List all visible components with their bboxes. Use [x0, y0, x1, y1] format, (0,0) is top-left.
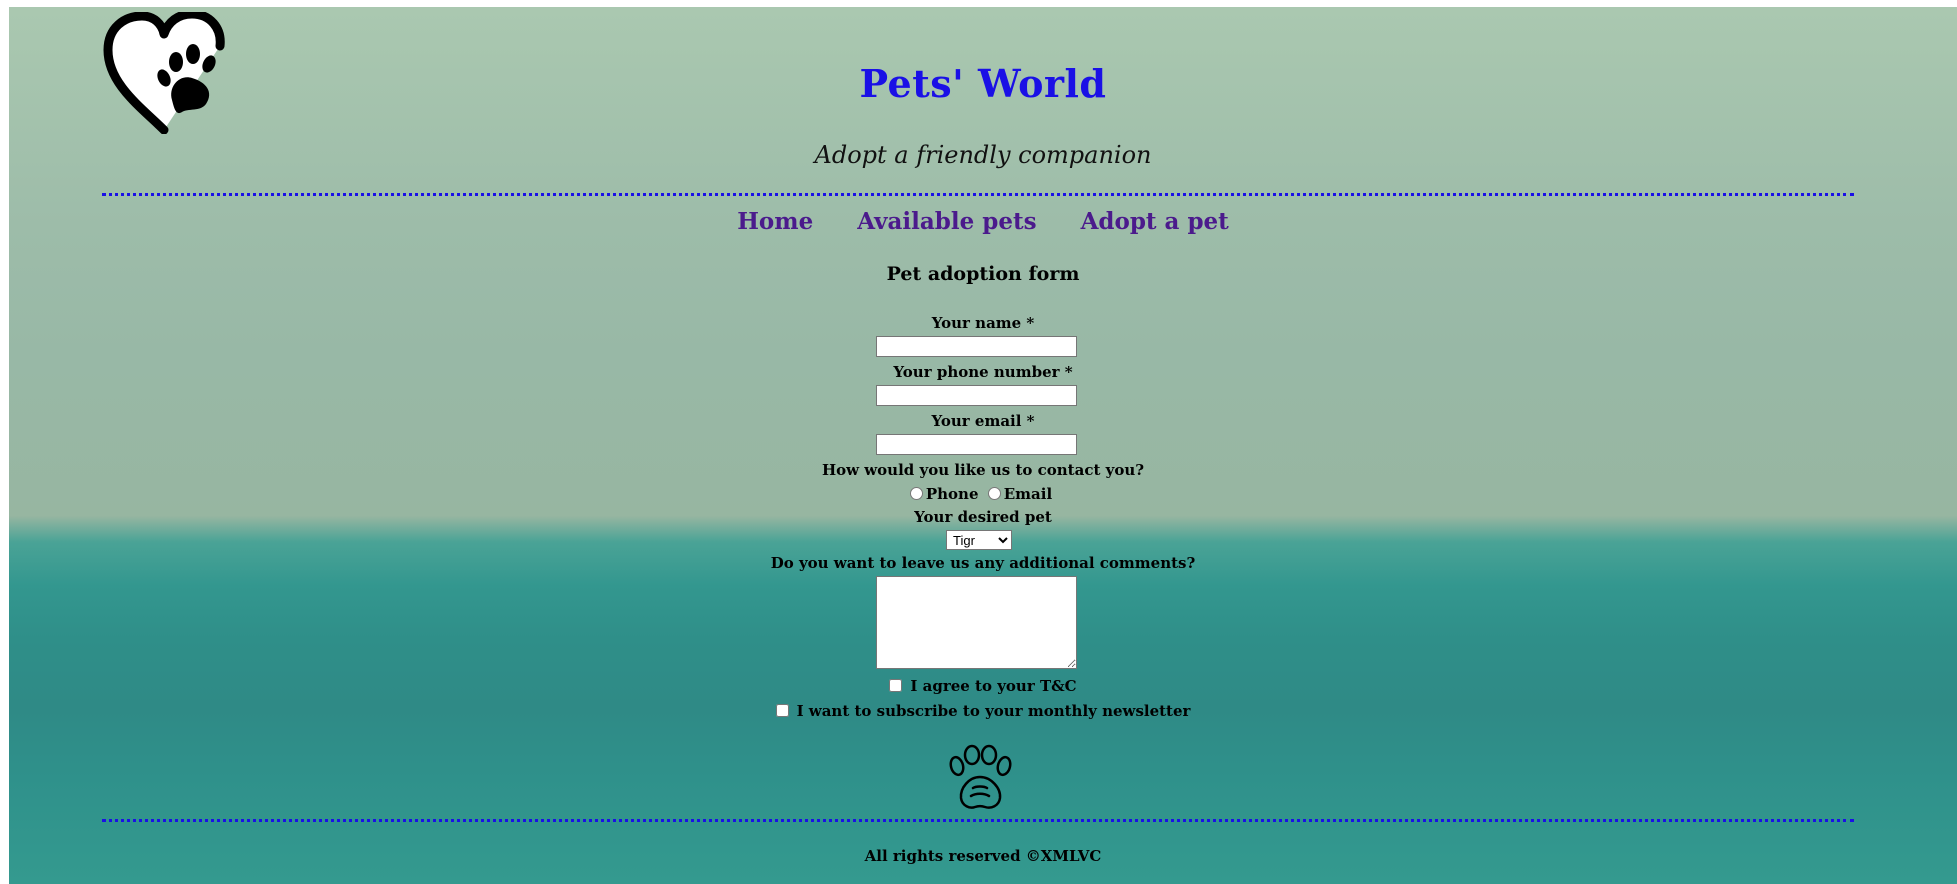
nav-available-pets[interactable]: Available pets: [857, 208, 1036, 235]
contact-email-radio[interactable]: [987, 487, 1001, 500]
page: Pets' World Adopt a friendly companion H…: [9, 7, 1957, 884]
newsletter-checkbox[interactable]: [775, 704, 789, 717]
name-input[interactable]: [876, 336, 1077, 357]
comments-label: Do you want to leave us any additional c…: [770, 554, 1196, 572]
name-label: Your name *: [931, 314, 1035, 332]
contact-phone-label: Phone: [925, 485, 979, 503]
nav-adopt-a-pet[interactable]: Adopt a pet: [1081, 208, 1229, 235]
contact-phone-radio[interactable]: [909, 487, 923, 500]
footer-copyright: All rights reserved ©XMLVC: [864, 847, 1102, 865]
form-title: Pet adoption form: [886, 263, 1080, 285]
header-divider: [102, 193, 1854, 196]
site-tagline: Adopt a friendly companion: [814, 141, 1152, 169]
phone-label: Your phone number *: [893, 363, 1073, 381]
desired-pet-select[interactable]: Tigr: [946, 530, 1012, 550]
tc-checkbox[interactable]: [889, 679, 903, 692]
paw-outline-icon[interactable]: [943, 744, 1017, 814]
contact-email-label: Email: [1003, 485, 1053, 503]
phone-input[interactable]: [876, 385, 1077, 406]
main-nav: Home Available pets Adopt a pet: [9, 208, 1957, 235]
footer-divider: [102, 819, 1854, 822]
nav-home[interactable]: Home: [737, 208, 813, 235]
email-input[interactable]: [876, 434, 1077, 455]
site-title: Pets' World: [859, 61, 1107, 106]
newsletter-row: I want to subscribe to your monthly news…: [9, 702, 1957, 720]
contact-method-label: How would you like us to contact you?: [821, 461, 1145, 479]
tc-row: I agree to your T&C: [9, 677, 1957, 695]
desired-pet-label: Your desired pet: [914, 508, 1052, 526]
email-label: Your email *: [931, 412, 1035, 430]
tc-label: I agree to your T&C: [910, 677, 1077, 695]
comments-textarea[interactable]: [876, 576, 1077, 669]
newsletter-label: I want to subscribe to your monthly news…: [796, 702, 1191, 720]
contact-method-options: Phone Email: [9, 485, 1957, 503]
